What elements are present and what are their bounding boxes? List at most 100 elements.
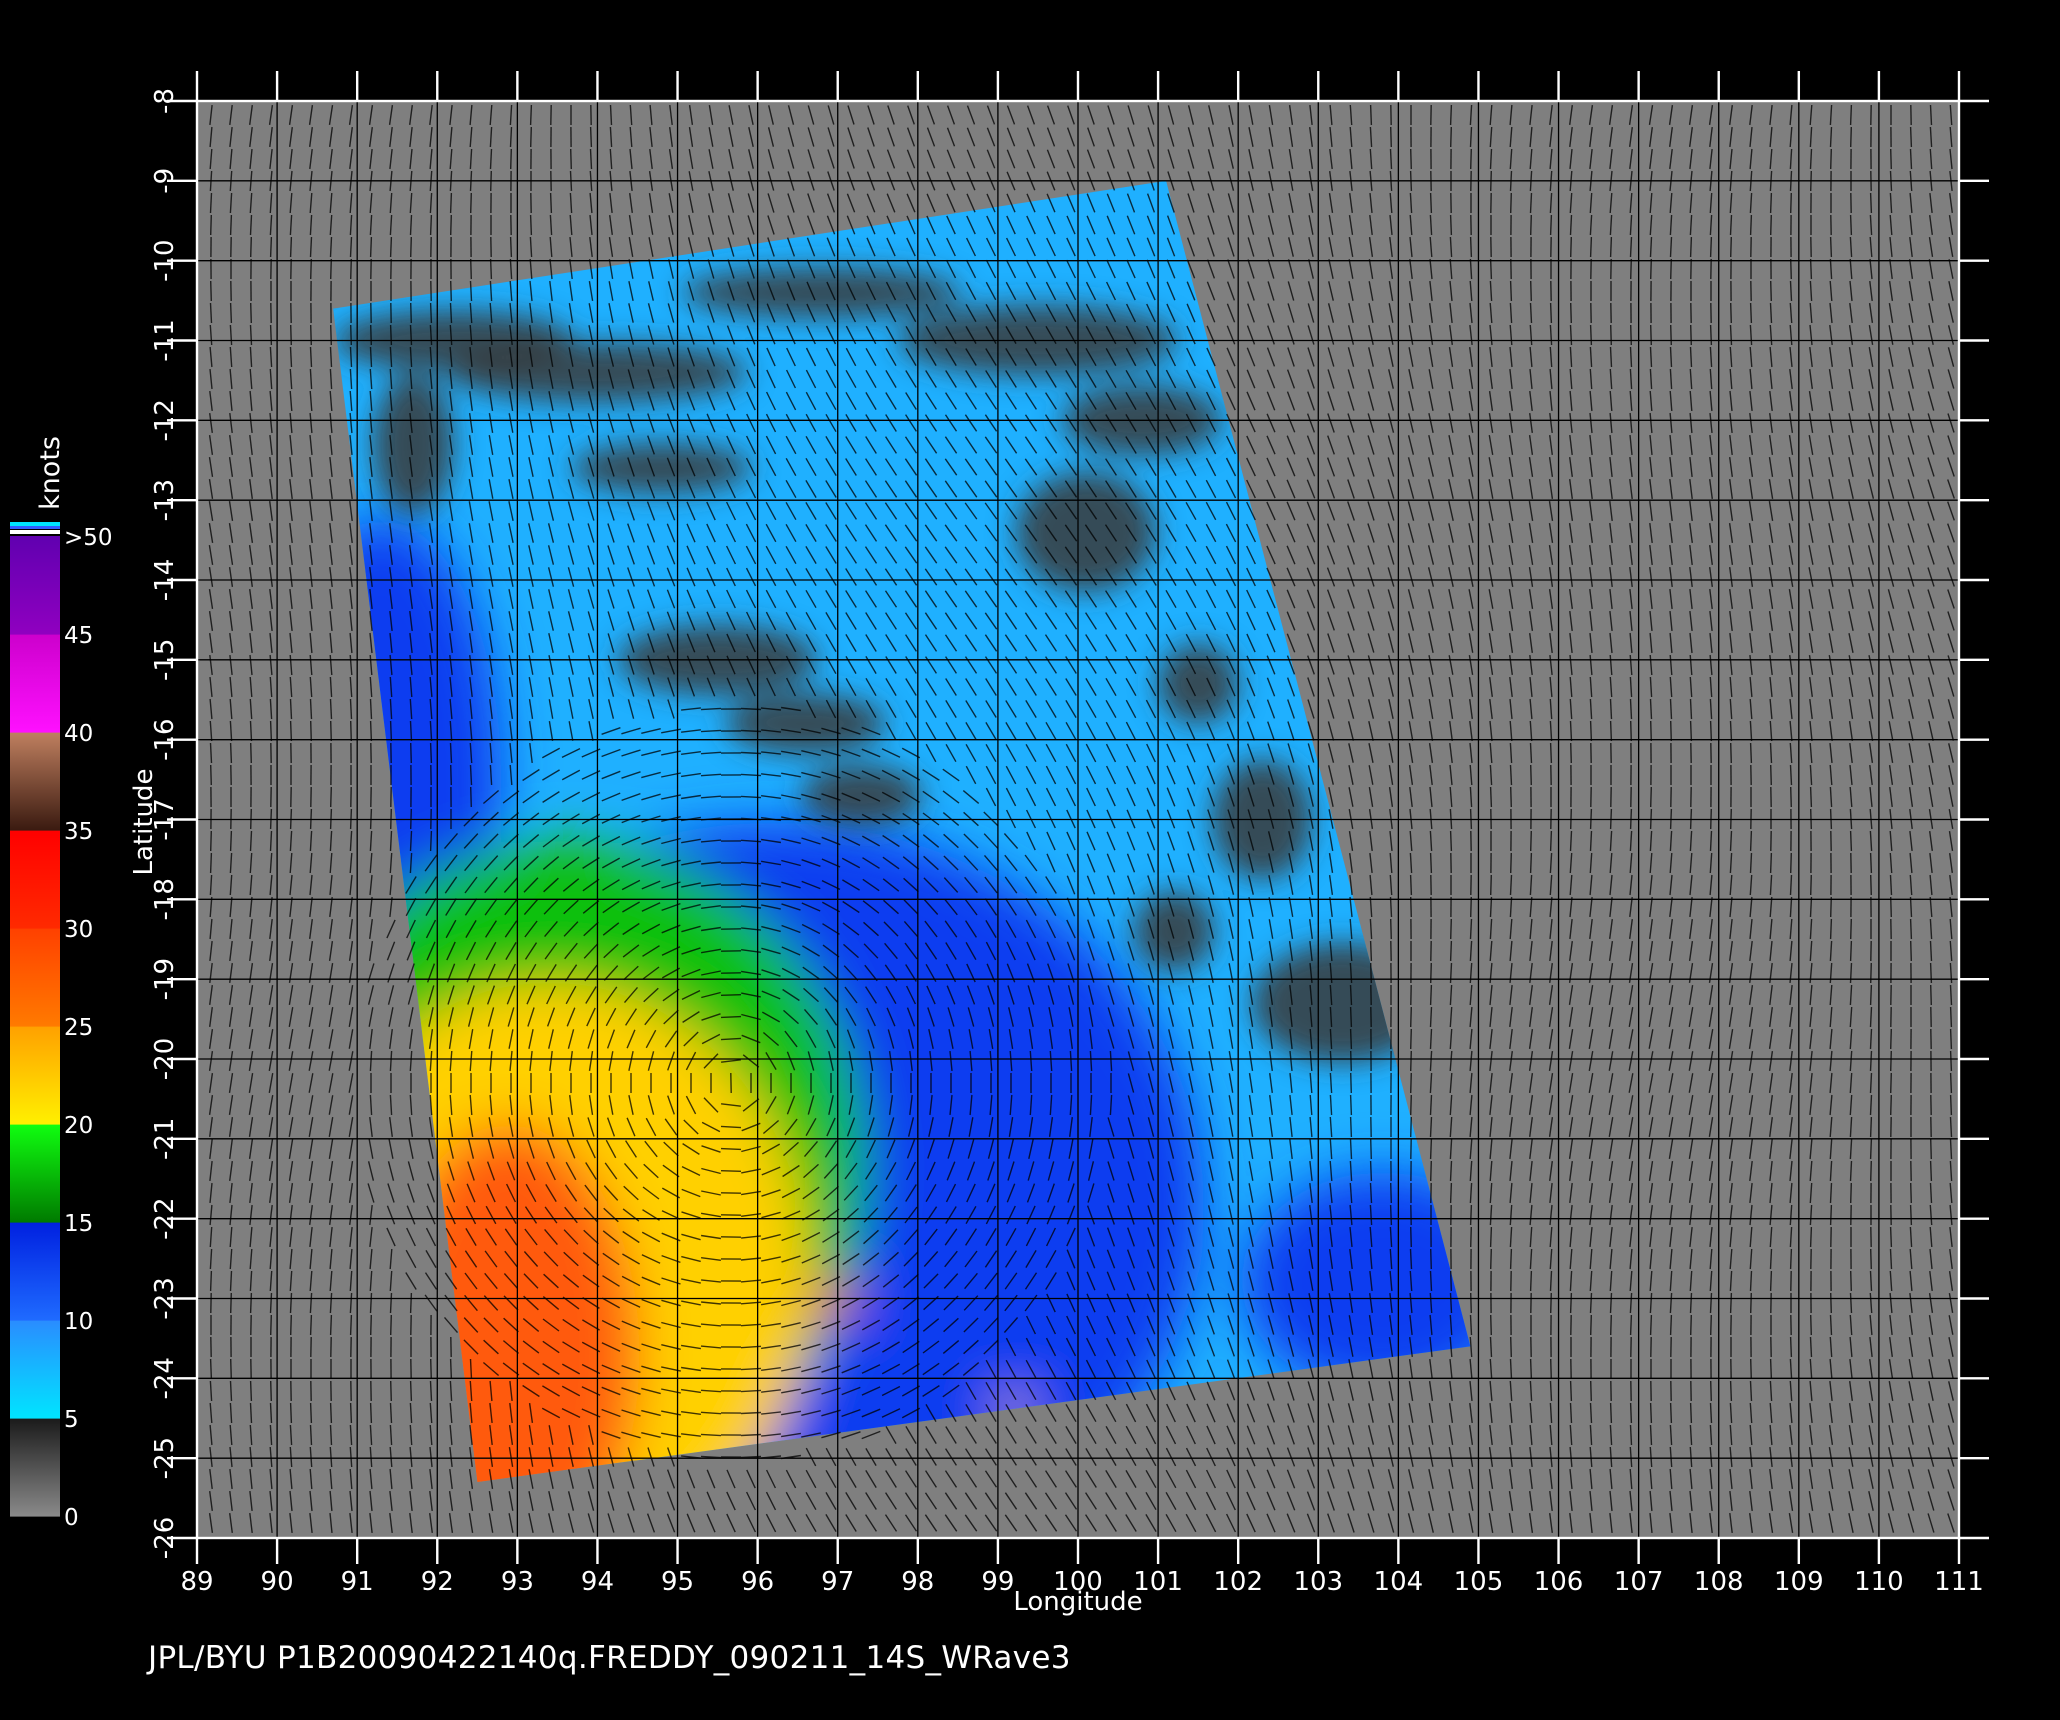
wind-barb (1429, 1028, 1433, 1050)
wind-barb (1929, 1160, 1933, 1182)
wind-barb (1869, 1270, 1873, 1292)
wind-barb (269, 324, 273, 346)
wind-barb (289, 236, 293, 258)
wind-barb (1529, 742, 1533, 764)
wind-barb (1529, 192, 1533, 214)
wind-barb (1450, 918, 1452, 940)
wind-barb (1369, 940, 1373, 962)
wind-barb (1929, 104, 1933, 126)
wind-barb (1849, 104, 1853, 126)
wind-barb (1769, 852, 1773, 874)
wind-barb (369, 236, 373, 258)
wind-barb (1870, 962, 1872, 984)
wind-barb (389, 720, 393, 742)
wind-barb (209, 1270, 213, 1292)
wind-barb (1410, 148, 1412, 170)
wind-barb (1490, 1248, 1492, 1270)
wind-barb (1410, 1072, 1412, 1094)
wind-barb (1829, 918, 1833, 940)
wind-barb (1490, 874, 1492, 896)
wind-barb (1690, 1314, 1692, 1336)
low-wind-patch (801, 765, 922, 826)
wind-barb (1949, 1138, 1953, 1160)
wind-barb (1869, 1006, 1873, 1028)
wind-barb (1869, 1050, 1873, 1072)
wind-barb (1390, 126, 1392, 148)
wind-barb (469, 764, 473, 786)
wind-barb (410, 236, 412, 258)
wind-barb (1789, 280, 1793, 302)
wind-barb (1849, 1292, 1853, 1314)
wind-barb (1469, 1204, 1473, 1226)
wind-barb (1349, 1138, 1353, 1160)
wind-barb (1789, 874, 1793, 896)
wind-barb (509, 236, 513, 258)
wind-barb (330, 720, 332, 742)
wind-barb (1509, 764, 1513, 786)
wind-barb (1810, 1314, 1812, 1336)
wind-barb (1749, 830, 1753, 852)
wind-barb (1609, 1292, 1613, 1314)
wind-barb (1629, 346, 1633, 368)
wind-barb (1769, 1248, 1773, 1270)
wind-barb (369, 698, 373, 720)
wind-barb (1489, 896, 1493, 918)
wind-barb (1589, 830, 1593, 852)
wind-barb (1749, 302, 1753, 324)
wind-barb (329, 346, 333, 368)
wind-barb (429, 302, 433, 324)
wind-barb (250, 302, 252, 324)
wind-barb (1649, 236, 1653, 258)
wind-barb (1589, 236, 1593, 258)
wind-barb (449, 742, 453, 764)
wind-barb (1809, 896, 1813, 918)
wind-barb (1410, 1116, 1412, 1138)
wind-barb (1549, 830, 1553, 852)
wind-barb (1490, 1314, 1492, 1336)
wind-barb (349, 698, 353, 720)
wind-barb (1650, 720, 1652, 742)
wind-barb (349, 1314, 353, 1336)
wind-barb (1530, 764, 1532, 786)
wind-barb (1889, 1248, 1893, 1270)
wind-barb (1610, 1314, 1612, 1336)
wind-barb (1730, 302, 1732, 324)
wind-barb (1429, 1138, 1433, 1160)
wind-barb (1869, 1028, 1873, 1050)
wind-barb (1469, 918, 1473, 940)
wind-barb (1610, 324, 1612, 346)
wind-barb (589, 126, 593, 148)
wind-barb (1569, 214, 1573, 236)
wind-barb (470, 192, 472, 214)
wind-barb (1449, 940, 1453, 962)
wind-barb (1769, 742, 1773, 764)
wind-barb (1450, 1270, 1452, 1292)
wind-barb (1730, 236, 1732, 258)
wind-barb (509, 126, 513, 148)
wind-barb (1650, 786, 1652, 808)
wind-barb (1649, 698, 1653, 720)
wind-barb (1370, 962, 1372, 984)
wind-barb (1910, 940, 1912, 962)
wind-barb (1929, 1182, 1933, 1204)
wind-barb (389, 236, 393, 258)
wind-barb (1410, 1050, 1412, 1072)
wind-barb (1410, 1226, 1412, 1248)
wind-barb (1429, 1094, 1433, 1116)
wind-barb (1630, 324, 1632, 346)
wind-barb (1470, 148, 1472, 170)
wind-barb (530, 126, 532, 148)
wind-barb (1909, 148, 1913, 170)
wind-barb (310, 324, 312, 346)
wind-barb (1790, 258, 1792, 280)
wind-barb (1349, 1094, 1353, 1116)
wind-barb (1370, 1138, 1372, 1160)
wind-barb (1729, 830, 1733, 852)
wind-barb (529, 104, 533, 126)
wind-barb (249, 1292, 253, 1314)
low-wind-patch (725, 693, 886, 754)
wind-barb (229, 742, 233, 764)
wind-barb (1829, 126, 1833, 148)
wind-barb (1949, 1028, 1953, 1050)
wind-barb (1909, 896, 1913, 918)
